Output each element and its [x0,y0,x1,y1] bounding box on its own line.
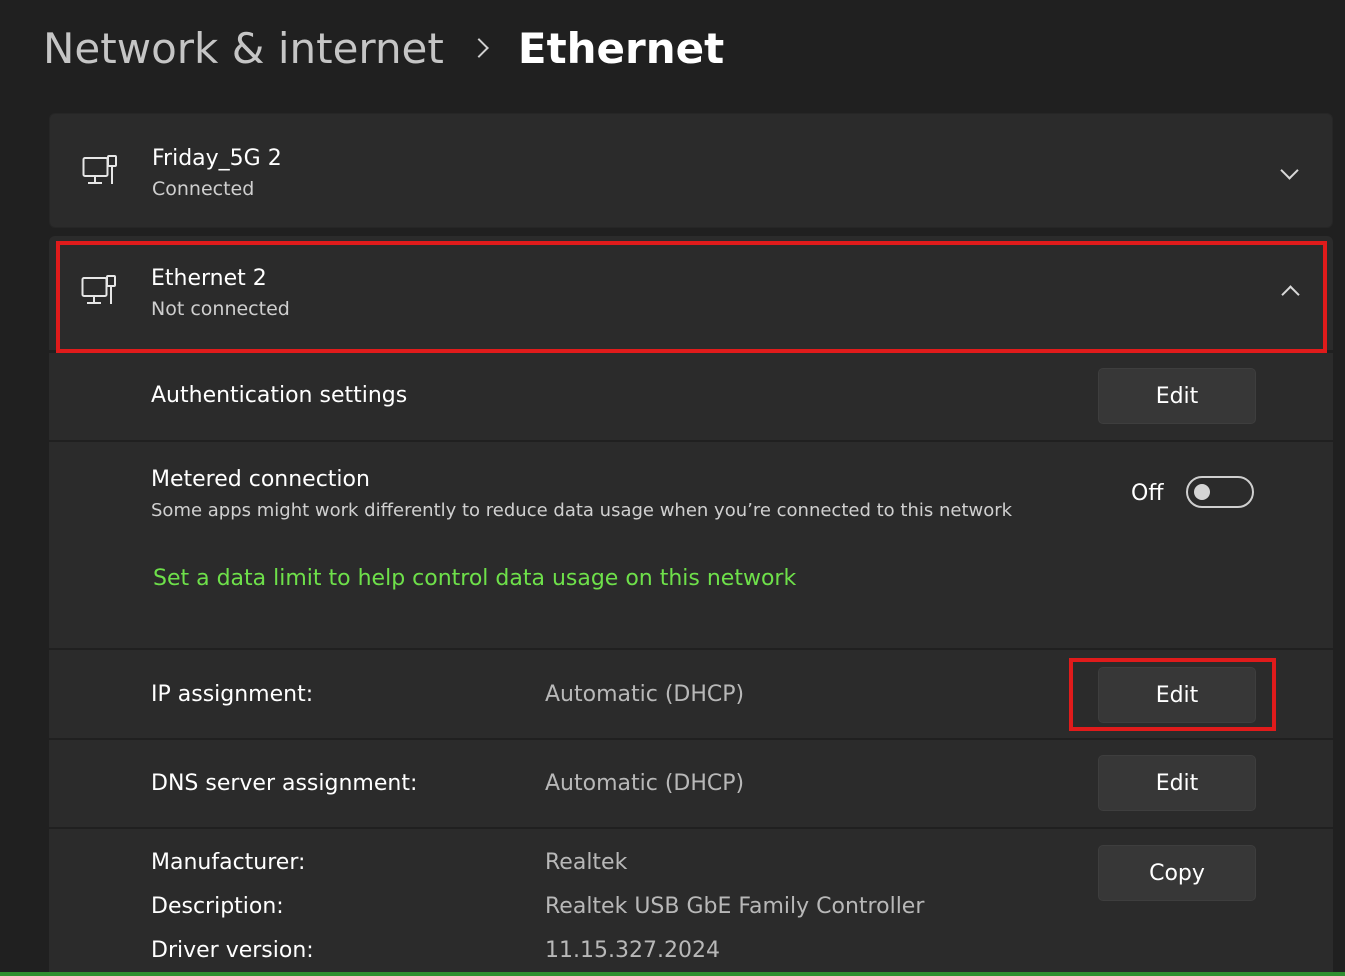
chevron-up-icon[interactable] [1281,285,1300,304]
data-limit-link[interactable]: Set a data limit to help control data us… [153,566,796,591]
metered-connection-label: Metered connection [151,467,370,492]
dns-edit-button[interactable]: Edit [1098,755,1256,811]
network-status: Connected [152,178,255,200]
dns-assignment-value: Automatic (DHCP) [545,771,745,796]
auth-settings-row: Authentication settings Edit [49,353,1333,440]
driver-version-label: Driver version: [151,938,314,963]
driver-version-value: 11.15.327.2024 [545,938,720,963]
dns-assignment-row: DNS server assignment: Automatic (DHCP) … [49,740,1333,827]
metered-connection-row: Metered connection Some apps might work … [49,442,1333,648]
chevron-right-icon [468,38,489,58]
breadcrumb-parent-link[interactable]: Network & internet [43,24,444,73]
auth-settings-label: Authentication settings [151,383,408,408]
ethernet-icon [82,155,117,184]
copy-button[interactable]: Copy [1098,845,1256,901]
metered-toggle-state: Off [1131,481,1164,506]
description-value: Realtek USB GbE Family Controller [545,894,925,919]
network-status: Not connected [151,298,290,320]
ip-assignment-label: IP assignment: [151,682,314,707]
ip-assignment-row: IP assignment: Automatic (DHCP) Edit [49,650,1333,738]
toggle-knob [1194,484,1210,500]
properties-row: Manufacturer: Realtek Description: Realt… [49,829,1333,976]
network-card-ethernet-2[interactable]: Ethernet 2 Not connected [49,236,1333,350]
chevron-down-icon[interactable] [1280,161,1299,180]
bottom-accent-line [0,972,1345,976]
ethernet-icon [81,275,116,304]
dns-assignment-label: DNS server assignment: [151,771,418,796]
auth-edit-button[interactable]: Edit [1098,368,1256,424]
description-label: Description: [151,894,284,919]
metered-toggle[interactable] [1186,476,1254,508]
network-name: Ethernet 2 [151,266,267,291]
ip-assignment-value: Automatic (DHCP) [545,682,745,707]
network-card-friday-5g[interactable]: Friday_5G 2 Connected [49,113,1333,228]
network-name: Friday_5G 2 [152,146,282,171]
manufacturer-label: Manufacturer: [151,850,306,875]
manufacturer-value: Realtek [545,850,628,875]
page-title: Ethernet [517,23,725,73]
breadcrumb: Network & internet Ethernet [43,18,724,78]
metered-connection-description: Some apps might work differently to redu… [151,500,1013,521]
ip-edit-button[interactable]: Edit [1098,667,1256,723]
